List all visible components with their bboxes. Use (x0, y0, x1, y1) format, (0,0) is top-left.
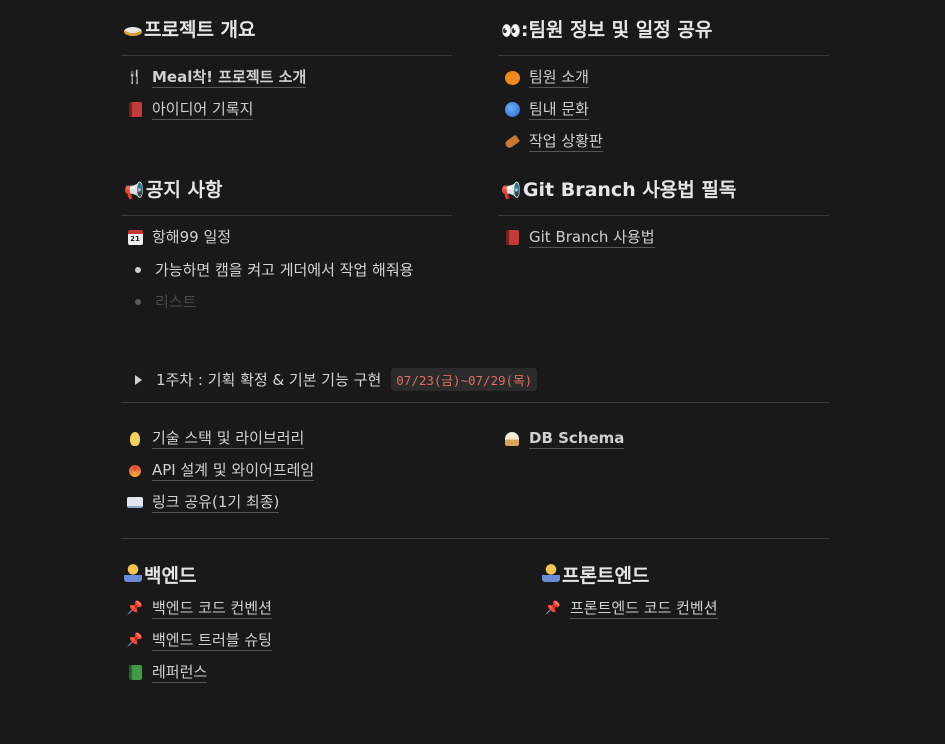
page-link-label: 아이디어 기록지 (152, 100, 254, 120)
page-link-frontend-convention[interactable]: 📌 프론트엔드 코드 컨벤션 (544, 598, 718, 619)
page-link-tech-stack[interactable]: 기술 스택 및 라이브러리 (126, 428, 305, 449)
toggle-triangle-icon[interactable] (135, 374, 142, 385)
page-link-task-board[interactable]: 작업 상황판 (503, 131, 603, 152)
divider (121, 55, 452, 56)
lollipop-icon (126, 462, 144, 480)
pushpin-icon: 📌 (544, 600, 562, 616)
divider (121, 215, 452, 216)
fork-knife-icon: 🍴 (126, 69, 144, 85)
page-link-label: 팀원 소개 (529, 68, 589, 88)
technologist-icon (542, 564, 560, 582)
page-link-db-schema[interactable]: DB Schema (503, 428, 625, 449)
page-link-references[interactable]: 레퍼런스 (126, 662, 208, 683)
page-link-label: 백엔드 코드 컨벤션 (152, 599, 272, 619)
calendar-icon: 21 (126, 228, 144, 246)
drumstick-icon (503, 133, 521, 151)
technologist-icon (124, 564, 142, 582)
page-link-label: 링크 공유(1기 최종) (152, 493, 280, 513)
divider (121, 402, 829, 403)
page-link-schedule[interactable]: 21 항해99 일정 (126, 227, 231, 247)
list-item-placeholder[interactable]: 리스트 (126, 291, 196, 313)
page-link-team-culture[interactable]: 팀내 문화 (503, 99, 589, 120)
cupcake-icon (503, 430, 521, 448)
section-title-overview: 프로젝트 개요 (124, 17, 256, 43)
divider (498, 215, 829, 216)
page-link-label: 팀내 문화 (529, 100, 589, 120)
section-title-frontend: 프론트엔드 (542, 563, 649, 589)
page-link-backend-convention[interactable]: 📌 백엔드 코드 컨벤션 (126, 598, 272, 619)
divider (498, 55, 829, 56)
inline-code-date-range: 07/23(금)~07/29(목) (391, 368, 538, 391)
page-link-label: 프론트엔드 코드 컨벤션 (570, 599, 718, 619)
page-link-label: API 설계 및 와이어프레임 (152, 461, 315, 481)
page-link-links[interactable]: 링크 공유(1기 최종) (126, 492, 280, 513)
red-book-icon (126, 101, 144, 119)
pushpin-icon: 📌 (126, 600, 144, 616)
toggle-label: 1주차 : 기획 확정 & 기본 기능 구현 (156, 371, 382, 389)
divider (121, 538, 829, 539)
pumpkin-icon (503, 69, 521, 87)
bullet-icon (135, 299, 141, 305)
page-link-team-intro[interactable]: 팀원 소개 (503, 67, 589, 88)
page-link-label: 레퍼런스 (152, 663, 208, 683)
eyes-icon: 👀 (501, 21, 521, 40)
megaphone-icon: 📢 (124, 181, 144, 200)
page-link-label: Meal착! 프로젝트 소개 (152, 68, 307, 88)
page-link-git-branch[interactable]: Git Branch 사용법 (503, 227, 655, 248)
page-link-label: 항해99 일정 (152, 228, 232, 246)
bullet-icon (135, 267, 141, 273)
plate-icon (124, 27, 142, 36)
section-title-git: 📢 Git Branch 사용법 필독 (501, 179, 737, 201)
open-book-icon (126, 494, 144, 512)
section-title-team: 👀:팀원 정보 및 일정 공유 (501, 19, 713, 41)
megaphone-icon: 📢 (501, 181, 521, 200)
page-link-idea-notes[interactable]: 아이디어 기록지 (126, 99, 254, 120)
page-link-label: 기술 스택 및 라이브러리 (152, 429, 305, 449)
bullet-placeholder: 리스트 (155, 293, 197, 311)
red-book-icon (503, 229, 521, 247)
page-link-label: Git Branch 사용법 (529, 228, 655, 248)
page-link-label: DB Schema (529, 429, 625, 449)
page-link-label: 작업 상황판 (529, 132, 603, 152)
list-item[interactable]: 가능하면 캠을 켜고 게더에서 작업 해줘용 (126, 259, 413, 281)
section-title-notice: 📢 공지 사항 (124, 179, 223, 201)
pushpin-icon: 📌 (126, 632, 144, 648)
globe-icon (503, 101, 521, 119)
bullet-text: 가능하면 캠을 켜고 게더에서 작업 해줘용 (155, 261, 414, 279)
toggle-week1[interactable]: 1주차 : 기획 확정 & 기본 기능 구현 07/23(금)~07/29(목) (126, 368, 538, 391)
light-bulb-icon (126, 430, 144, 448)
page-link-label: 백엔드 트러블 슈팅 (152, 631, 272, 651)
page-link-backend-troubleshooting[interactable]: 📌 백엔드 트러블 슈팅 (126, 630, 272, 651)
page-link-api-design[interactable]: API 설계 및 와이어프레임 (126, 460, 315, 481)
green-book-icon (126, 664, 144, 682)
section-title-backend: 백엔드 (124, 563, 196, 589)
page-link-meal-intro[interactable]: 🍴 Meal착! 프로젝트 소개 (126, 67, 307, 88)
